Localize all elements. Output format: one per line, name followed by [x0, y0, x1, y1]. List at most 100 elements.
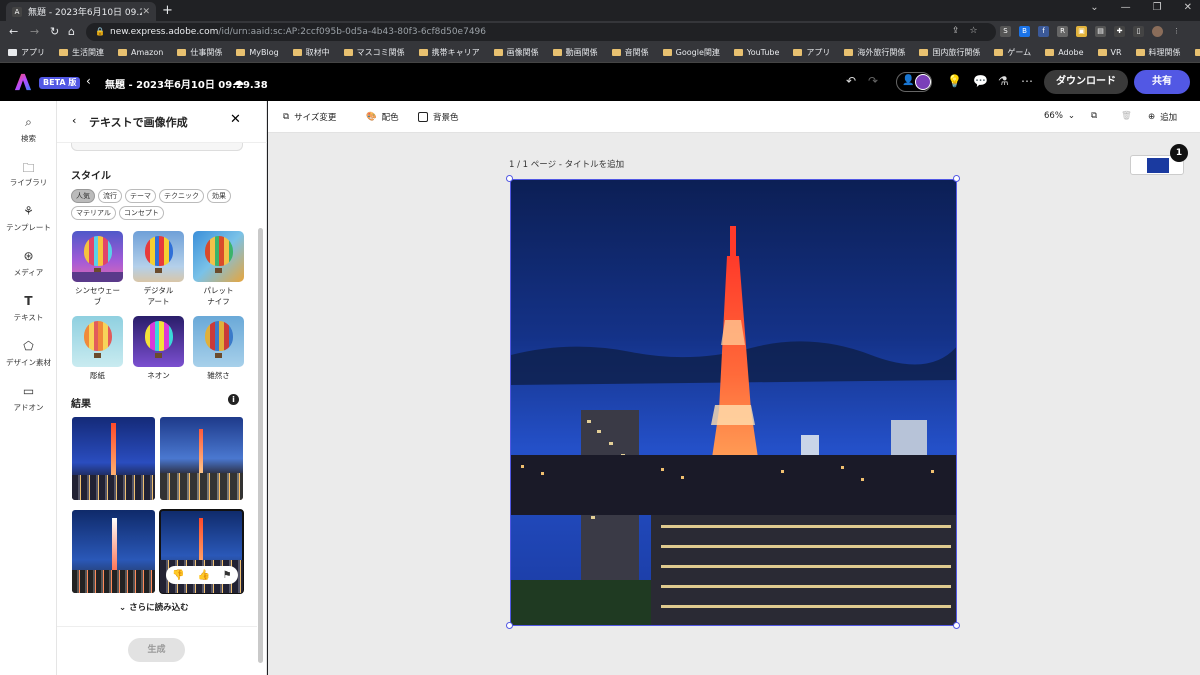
bookmark-item[interactable]: 取材中	[292, 47, 330, 58]
style-chip[interactable]: コンセプト	[118, 206, 164, 220]
bookmark-item[interactable]: 音関係	[611, 47, 649, 58]
adobe-express-logo-icon[interactable]	[14, 73, 32, 91]
zoom-dropdown[interactable]: 66% ⌄	[1044, 111, 1075, 121]
style-digital-art[interactable]: デジタル アート	[133, 231, 184, 307]
resize-button[interactable]: ⧉ サイズ変更	[283, 111, 336, 123]
page-title-label[interactable]: 1 / 1 ページ - タイトルを追加	[509, 158, 624, 170]
star-icon[interactable]: ☆	[970, 26, 978, 36]
browser-menu-icon[interactable]: ⋮	[1171, 26, 1182, 37]
bookmark-item[interactable]: 携帯キャリア	[418, 47, 480, 58]
style-chip[interactable]: 人気	[71, 189, 95, 203]
close-window-icon[interactable]: ✕	[1184, 2, 1192, 13]
load-more-button[interactable]: ⌄ さらに読み込む	[119, 601, 189, 613]
style-chip[interactable]: 効果	[207, 189, 231, 203]
add-button[interactable]: ⊕ 追加	[1148, 111, 1177, 123]
home-icon[interactable]: ⌂	[68, 25, 75, 38]
resize-handle-tl[interactable]	[506, 175, 513, 182]
rail-item-design-assets[interactable]: ⬠ デザイン素材	[0, 339, 57, 368]
panel-close-icon[interactable]: ✕	[230, 112, 241, 127]
generate-button[interactable]: 生成	[128, 638, 185, 662]
bookmark-item[interactable]: MyBlog	[236, 48, 279, 57]
bookmark-item[interactable]: アプリ	[793, 47, 830, 58]
style-chip[interactable]: テーマ	[125, 189, 156, 203]
rail-item-templates[interactable]: ⚘ テンプレート	[0, 204, 57, 233]
thumbs-down-icon[interactable]: 👎	[172, 570, 184, 581]
bookmark-item[interactable]: 国内旅行関係	[919, 47, 980, 58]
share-page-icon[interactable]: ⇪	[952, 26, 960, 36]
style-messy[interactable]: 雑然さ	[193, 316, 244, 381]
trash-icon[interactable]: 🗑	[1121, 111, 1132, 121]
extension-doc-icon[interactable]: ▤	[1095, 26, 1106, 37]
result-image-1[interactable]	[72, 417, 155, 500]
background-color-button[interactable]: 背景色	[418, 111, 459, 123]
undo-icon[interactable]: ↶	[846, 74, 856, 88]
comment-icon[interactable]: 💬	[973, 74, 988, 88]
bookmark-item[interactable]: 生活関連	[59, 47, 104, 58]
style-chip[interactable]: マテリアル	[71, 206, 116, 220]
extension-f-icon[interactable]: f	[1038, 26, 1049, 37]
style-paper-cut[interactable]: 彫紙	[72, 316, 123, 381]
result-image-4-selected[interactable]: 👎 👍 ⚑	[159, 509, 244, 594]
profile-avatar[interactable]	[1152, 26, 1163, 37]
info-icon[interactable]: i	[228, 394, 239, 405]
puzzle-icon[interactable]: ✚	[1114, 26, 1125, 37]
bookmark-item[interactable]: VR	[1097, 48, 1122, 57]
resize-handle-bl[interactable]	[506, 622, 513, 629]
back-chevron-icon[interactable]: ‹	[86, 74, 91, 88]
more-icon[interactable]: ⋯	[1021, 74, 1033, 88]
share-button[interactable]: 共有	[1134, 70, 1190, 94]
user-avatar[interactable]	[915, 74, 931, 90]
bookmark-item[interactable]: AI	[1194, 48, 1200, 57]
bookmark-item[interactable]: 画像関係	[493, 47, 539, 58]
rail-item-media[interactable]: ⊛ メディア	[0, 249, 57, 278]
flag-icon[interactable]: ⚑	[223, 570, 232, 581]
lightbulb-icon[interactable]: 💡	[947, 74, 962, 88]
style-neon[interactable]: ネオン	[133, 316, 184, 381]
bookmark-item[interactable]: アプリ	[8, 47, 45, 58]
download-button[interactable]: ダウンロード	[1044, 70, 1128, 94]
style-palette-knife[interactable]: パレット ナイフ	[193, 231, 244, 307]
bookmark-item[interactable]: ゲーム	[994, 47, 1031, 58]
bookmark-item[interactable]: YouTube	[733, 48, 779, 57]
reload-icon[interactable]: ↻	[50, 25, 59, 38]
extension-s-icon[interactable]: S	[1000, 26, 1011, 37]
redo-icon[interactable]: ↷	[868, 74, 878, 88]
forward-arrow-icon[interactable]: →	[30, 25, 39, 38]
rail-item-text[interactable]: T テキスト	[0, 294, 57, 323]
extension-r-icon[interactable]: R	[1057, 26, 1068, 37]
resize-handle-tr[interactable]	[953, 175, 960, 182]
style-synthwave[interactable]: シンセウェーブ	[72, 231, 123, 307]
url-bar[interactable]: 🔒 new.express.adobe.com/id/urn:aaid:sc:A…	[86, 23, 996, 41]
bookmark-item[interactable]: Amazon	[118, 48, 163, 57]
minimize-icon[interactable]: —	[1121, 2, 1131, 13]
rail-item-search[interactable]: ⌕ 検索	[0, 115, 57, 144]
chevron-down-icon[interactable]: ⌄	[1090, 2, 1098, 13]
result-image-3[interactable]	[72, 510, 155, 593]
rail-item-addons[interactable]: ▭ アドオン	[0, 384, 57, 413]
rail-item-library[interactable]: 🗀 ライブラリ	[0, 159, 57, 188]
color-theme-button[interactable]: 🎨 配色	[366, 111, 399, 123]
bookmark-item[interactable]: Adobe	[1045, 48, 1084, 57]
thumbs-up-icon[interactable]: 👍	[198, 570, 210, 581]
canvas-page-image[interactable]	[510, 179, 957, 626]
sidepanel-icon[interactable]: ▯	[1133, 26, 1144, 37]
back-arrow-icon[interactable]: ←	[9, 25, 18, 38]
style-chip[interactable]: テクニック	[159, 189, 204, 203]
bookmark-item[interactable]: 海外旅行関係	[844, 47, 905, 58]
extension-b-icon[interactable]: B	[1019, 26, 1030, 37]
result-image-2[interactable]	[160, 417, 243, 500]
prompt-field-bottom[interactable]	[71, 143, 243, 151]
browser-tab[interactable]: A 無題 - 2023年6月10日 09.29.38 ✕	[6, 2, 156, 21]
bookmark-item[interactable]: 仕事関係	[177, 47, 222, 58]
flask-icon[interactable]: ⚗	[998, 74, 1009, 88]
style-chip[interactable]: 流行	[98, 189, 122, 203]
bookmark-item[interactable]: Google関連	[662, 47, 720, 58]
extension-img-icon[interactable]: ▣	[1076, 26, 1087, 37]
tab-close-icon[interactable]: ✕	[142, 7, 150, 17]
cloud-icon[interactable]: ☁	[232, 74, 244, 88]
bookmark-item[interactable]: 料理関係	[1135, 47, 1181, 58]
new-tab-plus-icon[interactable]: +	[162, 3, 173, 18]
bookmark-item[interactable]: マスコミ関係	[343, 47, 405, 58]
panel-scrollbar[interactable]	[258, 228, 263, 663]
pages-icon[interactable]: ⧉	[1091, 111, 1097, 121]
